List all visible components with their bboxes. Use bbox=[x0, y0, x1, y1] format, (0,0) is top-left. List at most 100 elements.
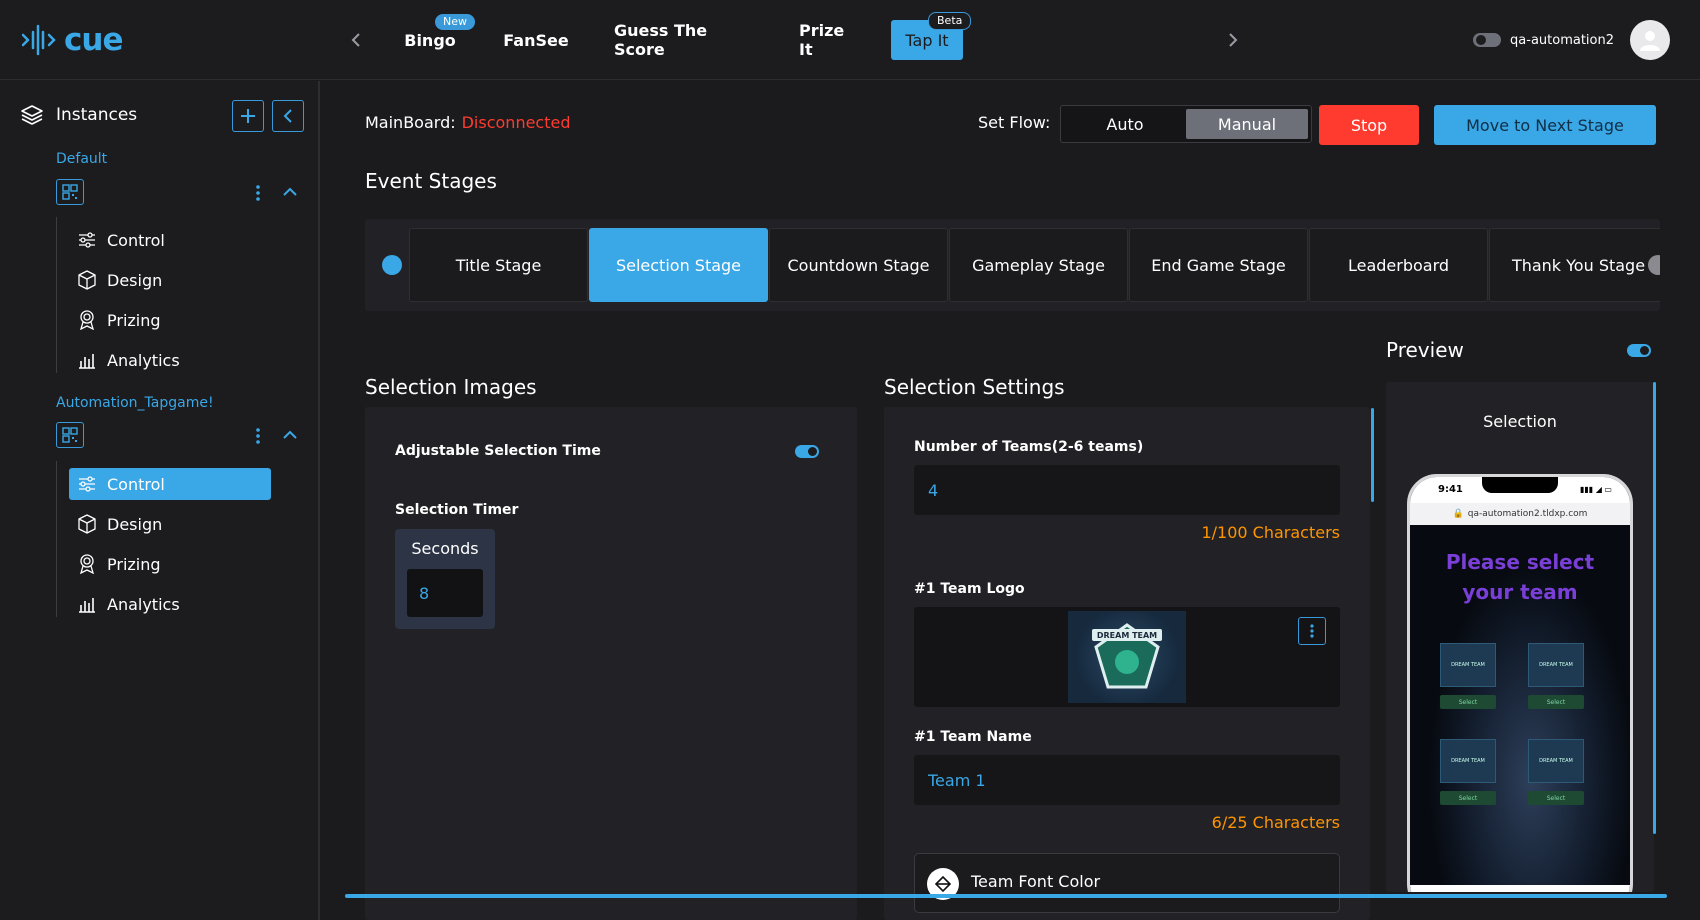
stage-selection[interactable]: Selection Stage bbox=[589, 228, 768, 302]
share-icon: ⇪ bbox=[1505, 892, 1518, 893]
team-logo-menu-button[interactable] bbox=[1298, 617, 1326, 645]
sidebar-item-analytics[interactable]: Analytics bbox=[69, 344, 271, 376]
bar-chart-icon bbox=[77, 350, 97, 370]
team-logo-image[interactable]: DREAM TEAM bbox=[1068, 611, 1186, 703]
instance-name-automation-tapgame[interactable]: Automation_Tapgame! bbox=[56, 395, 214, 411]
bar-chart-icon bbox=[77, 594, 97, 614]
preview-toggle[interactable] bbox=[1627, 344, 1651, 357]
selection-settings-panel: Number of Teams(2-6 teams) 4 1/100 Chara… bbox=[884, 407, 1370, 920]
stage-gameplay[interactable]: Gameplay Stage bbox=[949, 228, 1128, 302]
user-name[interactable]: qa-automation2 bbox=[1510, 33, 1614, 48]
phone-heading: Please select your team bbox=[1410, 547, 1630, 607]
team-name-input[interactable]: Team 1 bbox=[914, 755, 1340, 805]
preview-screen-title: Selection bbox=[1483, 412, 1557, 431]
settings-scrollbar[interactable] bbox=[1371, 408, 1374, 502]
number-of-teams-label: Number of Teams(2-6 teams) bbox=[914, 439, 1144, 455]
game-tab-tap-it[interactable]: Beta Tap It bbox=[891, 12, 972, 60]
team-font-color-row[interactable]: Team Font Color bbox=[914, 853, 1340, 913]
tabs-icon: ⧉ bbox=[1602, 891, 1613, 892]
sidebar-item-control[interactable]: Control bbox=[69, 224, 271, 256]
team-card-label: DREAM TEAM bbox=[1451, 662, 1485, 668]
avatar[interactable] bbox=[1630, 20, 1670, 60]
chevron-left-icon bbox=[283, 109, 292, 123]
phone-screen: Please select your team DREAM TEAM Selec… bbox=[1410, 525, 1630, 892]
team-name-character-counter: 6/25 Characters bbox=[1211, 813, 1340, 832]
stage-countdown[interactable]: Countdown Stage bbox=[769, 228, 948, 302]
sidebar-item-label: Control bbox=[107, 230, 165, 250]
sidebar-item-prizing[interactable]: Prizing bbox=[69, 548, 271, 580]
game-tab-guess-the-score[interactable]: Guess The Score bbox=[614, 21, 756, 59]
waveform-logo-icon bbox=[22, 24, 56, 56]
flow-option-manual[interactable]: Manual bbox=[1186, 109, 1308, 139]
sidebar-item-control[interactable]: Control bbox=[69, 468, 271, 500]
phone-notch bbox=[1482, 477, 1558, 493]
qr-code-icon bbox=[62, 184, 78, 200]
dark-mode-toggle-icon[interactable] bbox=[1472, 31, 1502, 49]
stages-carousel: Title Stage Selection Stage Countdown St… bbox=[365, 219, 1660, 311]
flow-toggle: Auto Manual bbox=[1060, 105, 1312, 143]
team-logo-label: #1 Team Logo bbox=[914, 581, 1025, 597]
team-font-color-label: Team Font Color bbox=[971, 872, 1101, 891]
stage-thank-you[interactable]: Thank You Stage bbox=[1489, 228, 1660, 302]
number-of-teams-input[interactable]: 4 bbox=[914, 465, 1340, 515]
instance-collapse-button[interactable] bbox=[282, 428, 298, 444]
horizontal-scrollbar[interactable] bbox=[345, 894, 1667, 898]
phone-address-bar: 🔒 qa-automation2.tldxp.com bbox=[1410, 503, 1630, 525]
nav-prev-arrow[interactable] bbox=[342, 26, 370, 54]
collapse-sidebar-button[interactable] bbox=[272, 100, 304, 132]
instance-more-button[interactable] bbox=[252, 426, 264, 446]
game-tab-prize-it[interactable]: Prize It bbox=[799, 21, 859, 59]
move-to-next-stage-button[interactable]: Move to Next Stage bbox=[1434, 105, 1656, 145]
team-card: DREAM TEAM bbox=[1528, 739, 1584, 783]
stages-scroll-left[interactable] bbox=[382, 255, 402, 275]
selection-timer-label: Selection Timer bbox=[395, 502, 519, 518]
award-icon bbox=[77, 310, 97, 330]
team-card-label: DREAM TEAM bbox=[1539, 758, 1573, 764]
cue-logo[interactable]: cue bbox=[22, 22, 123, 58]
preview-scrollbar[interactable] bbox=[1653, 382, 1656, 834]
game-tab-bingo[interactable]: New Bingo bbox=[404, 14, 475, 56]
award-icon bbox=[77, 554, 97, 574]
stop-button[interactable]: Stop bbox=[1319, 105, 1419, 145]
game-tab-label: Bingo bbox=[404, 30, 456, 50]
flow-option-auto[interactable]: Auto bbox=[1064, 109, 1186, 139]
sidebar-item-prizing[interactable]: Prizing bbox=[69, 304, 271, 336]
instance-qr-button[interactable] bbox=[56, 179, 84, 205]
mainboard-status-text: Disconnected bbox=[461, 113, 571, 132]
game-tab-label: Guess The Score bbox=[614, 21, 708, 59]
sidebar-title: Instances bbox=[56, 105, 138, 125]
instance-name-default[interactable]: Default bbox=[56, 151, 107, 167]
team-logo-box: DREAM TEAM bbox=[914, 607, 1340, 707]
phone-heading-line-1: Please select bbox=[1445, 550, 1595, 574]
sidebar-item-analytics[interactable]: Analytics bbox=[69, 588, 271, 620]
lock-icon: 🔒 bbox=[1452, 509, 1464, 519]
game-tab-fansee[interactable]: FanSee bbox=[503, 24, 569, 56]
adjustable-selection-time-toggle[interactable] bbox=[795, 445, 819, 458]
chevron-right-icon bbox=[1229, 33, 1238, 47]
sidebar-item-design[interactable]: Design bbox=[69, 508, 271, 540]
instance-collapse-button[interactable] bbox=[282, 185, 298, 201]
set-flow-label: Set Flow: bbox=[978, 113, 1051, 132]
new-badge: New bbox=[435, 14, 475, 30]
nav-next-arrow[interactable] bbox=[1219, 26, 1247, 54]
sidebar-item-design[interactable]: Design bbox=[69, 264, 271, 296]
seconds-input[interactable]: 8 bbox=[407, 569, 483, 617]
team-card: DREAM TEAM bbox=[1440, 643, 1496, 687]
add-instance-button[interactable] bbox=[232, 100, 264, 132]
signal-battery-icon: ▮▮▮ ◢ ▭ bbox=[1579, 485, 1612, 494]
stage-end-game[interactable]: End Game Stage bbox=[1129, 228, 1308, 302]
stage-title[interactable]: Title Stage bbox=[409, 228, 588, 302]
sliders-icon bbox=[77, 474, 97, 494]
chevron-left-icon bbox=[351, 33, 360, 47]
instance-menu-automation-tapgame: Control Design Prizing Analytics bbox=[56, 461, 296, 617]
phone-heading-line-2: your team bbox=[1462, 580, 1578, 604]
instance-qr-button[interactable] bbox=[56, 422, 84, 448]
adjustable-selection-time-label: Adjustable Selection Time bbox=[395, 443, 601, 459]
preview-title: Preview bbox=[1386, 338, 1464, 362]
forward-icon: › bbox=[1466, 892, 1472, 893]
stage-leaderboard[interactable]: Leaderboard bbox=[1309, 228, 1488, 302]
instance-more-button[interactable] bbox=[252, 183, 264, 203]
sidebar-item-label: Control bbox=[107, 474, 165, 494]
back-icon: ‹ bbox=[1426, 892, 1432, 893]
layers-icon bbox=[21, 105, 43, 125]
